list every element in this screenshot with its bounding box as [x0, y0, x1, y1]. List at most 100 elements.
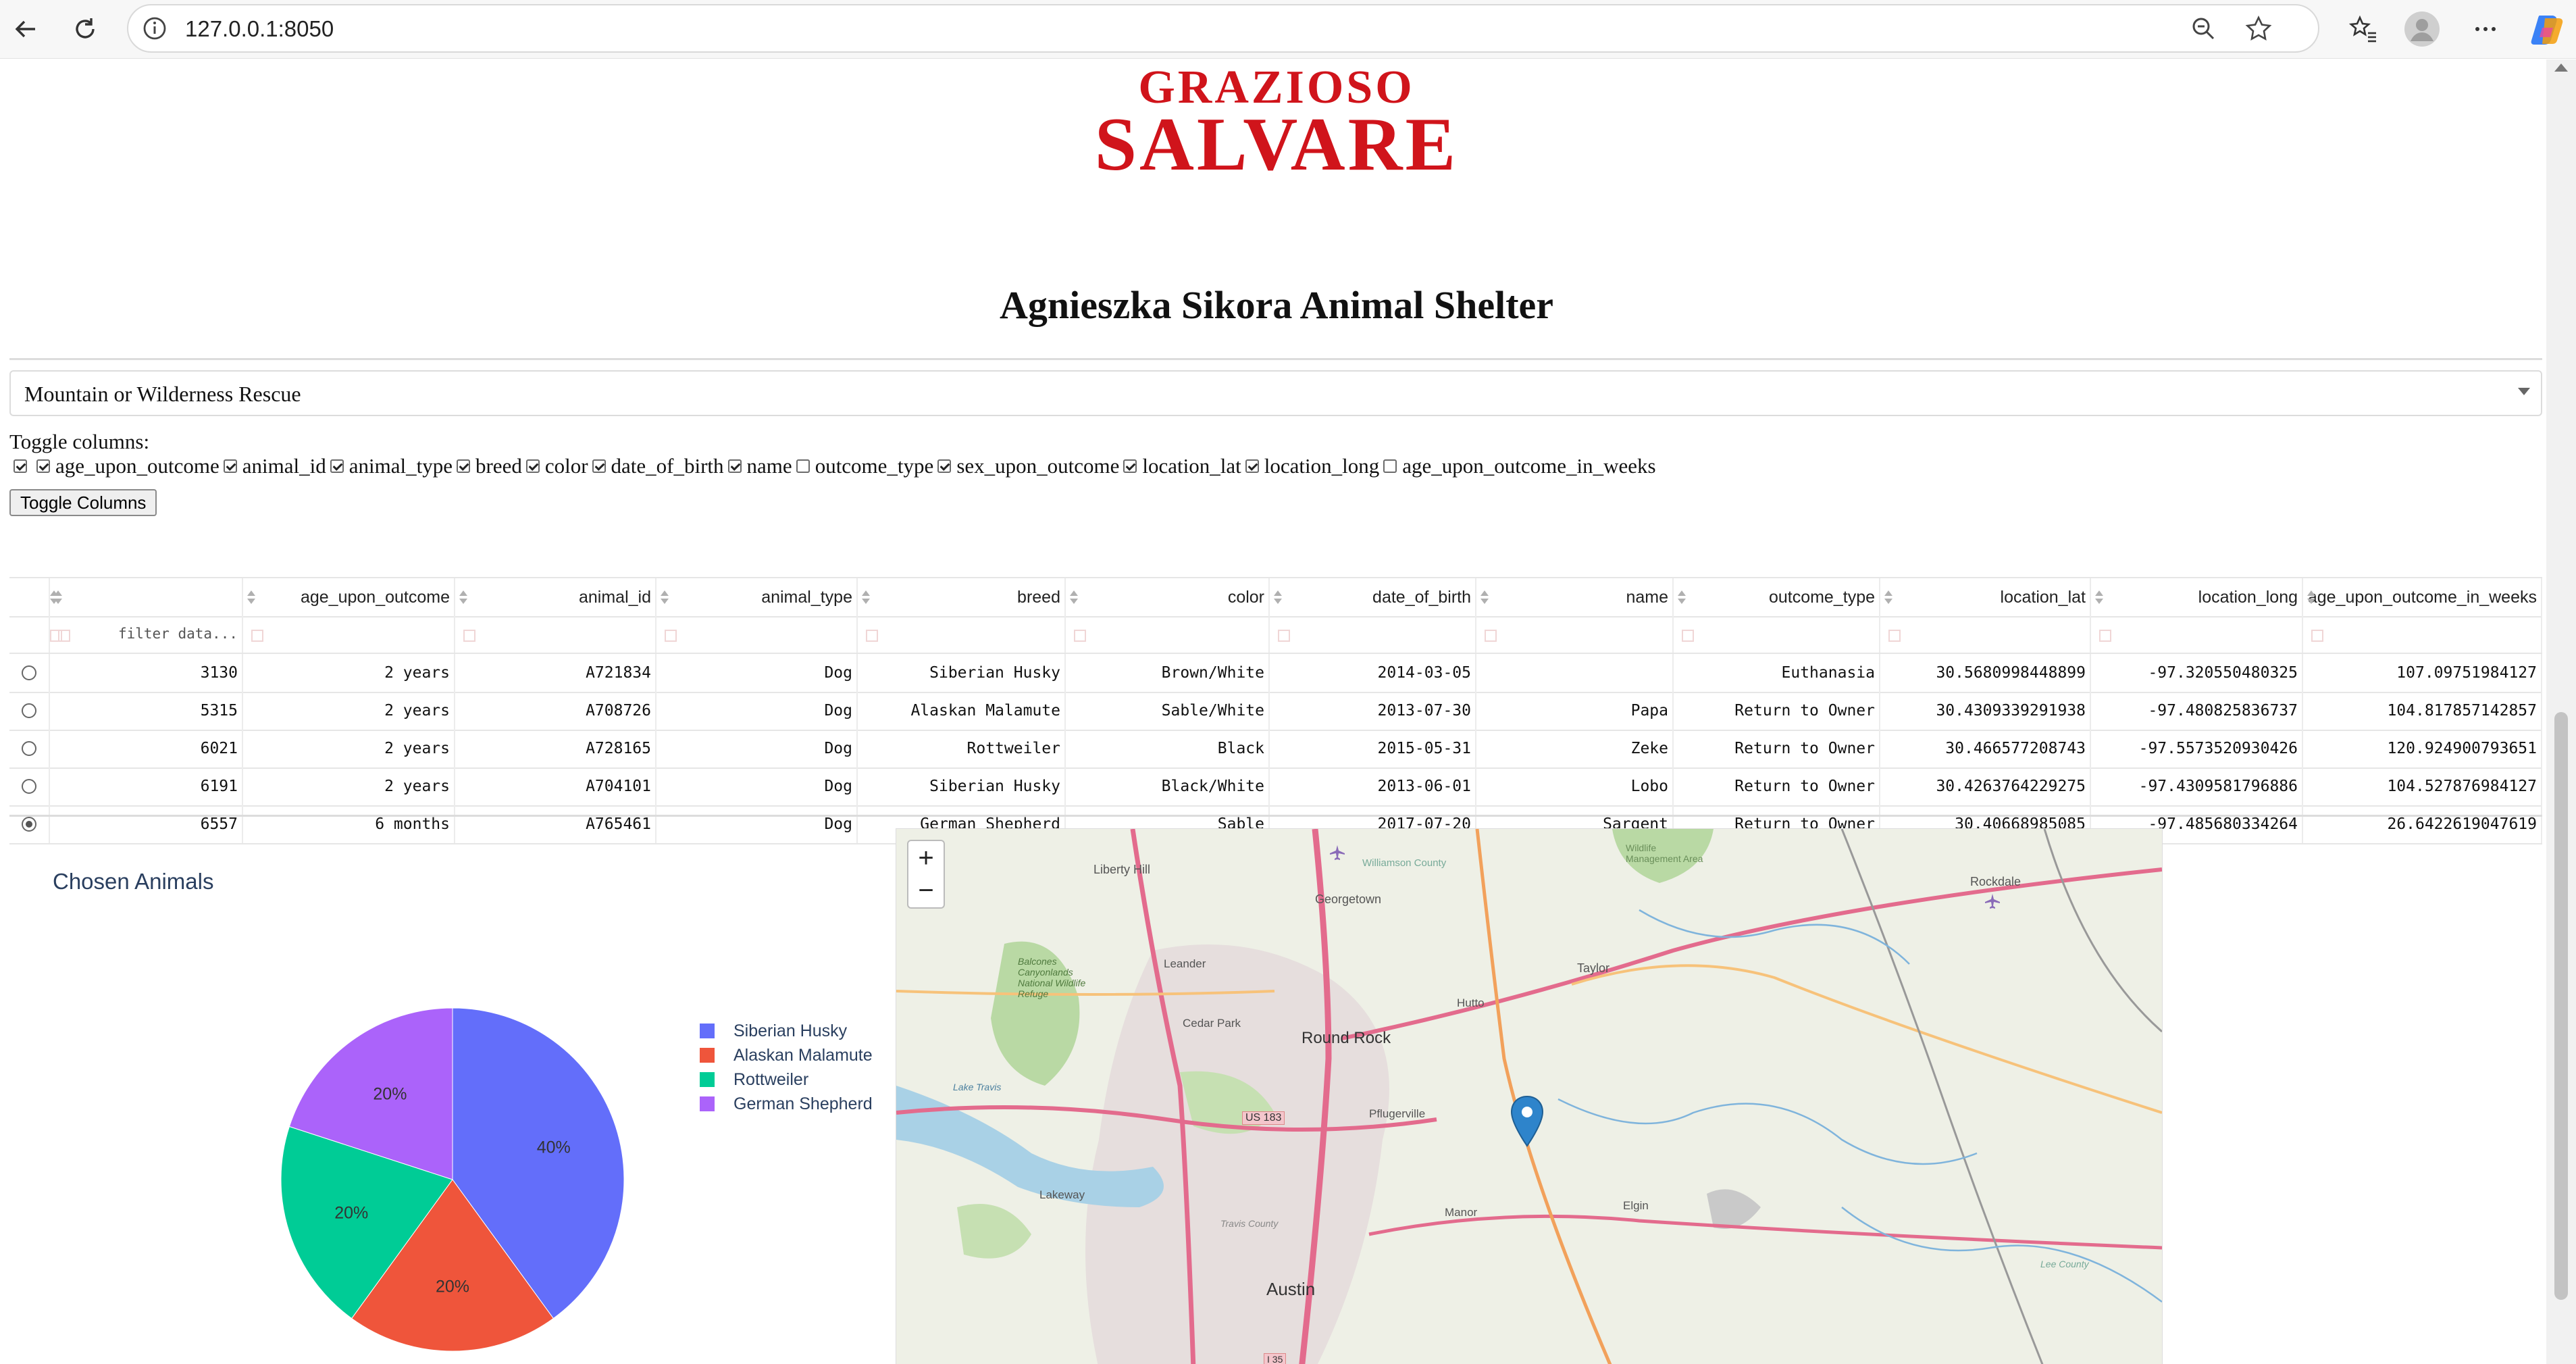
chevron-down-icon[interactable] [2518, 388, 2530, 395]
toggle-checkbox-7[interactable] [727, 459, 742, 473]
cell-age-upon-outcome-in-weeks: 26.6422619047619 [2303, 805, 2542, 843]
sort-icon[interactable] [862, 590, 870, 604]
toggle-label-animal-id: animal_id [242, 454, 326, 478]
pie-slice-label-3: 20% [373, 1085, 407, 1104]
star-icon[interactable] [2245, 15, 2272, 42]
toggle-checkbox-9[interactable] [937, 459, 952, 473]
toggle-checkbox-4[interactable] [456, 459, 470, 473]
cell-location-long: -97.5573520930426 [2091, 730, 2303, 767]
sort-icon[interactable] [247, 590, 255, 604]
sort-icon[interactable] [1480, 590, 1489, 604]
zoom-in-button[interactable]: + [907, 840, 945, 875]
filter-cell-name[interactable] [1476, 615, 1674, 653]
scrollbar-thumb[interactable] [2554, 712, 2568, 1300]
header-name: name [1476, 578, 1674, 616]
cell-breed: Siberian Husky [858, 767, 1066, 805]
map-label: Lee County [2040, 1259, 2089, 1269]
toggle-checkbox-11[interactable] [1245, 459, 1259, 473]
legend-item[interactable]: Siberian Husky [700, 1019, 847, 1043]
page-scrollbar[interactable] [2546, 59, 2576, 1364]
cell-animal-type: Dog [656, 767, 858, 805]
cell-location-long: -97.480825836737 [2091, 692, 2303, 730]
map-marker-icon[interactable] [1510, 1095, 1545, 1153]
airport-icon [1984, 892, 2001, 913]
filter-cell-color[interactable] [1066, 615, 1270, 653]
legend-label: Rottweiler [733, 1069, 809, 1089]
cell-outcome-type: Return to Owner [1674, 767, 1880, 805]
cell-value: Lobo [1630, 778, 1668, 795]
row-radio-button[interactable] [22, 703, 36, 718]
sort-icon[interactable] [2307, 590, 2315, 604]
toggle-checkbox-2[interactable] [223, 459, 237, 473]
column-header-label: name [1626, 587, 1668, 607]
row-radio-button[interactable] [22, 817, 36, 832]
row-radio-button[interactable] [22, 779, 36, 794]
filter-cell-location-long[interactable] [2091, 615, 2303, 653]
sort-icon[interactable] [54, 590, 62, 604]
reload-icon[interactable] [65, 9, 105, 49]
cell-value: A708726 [586, 702, 651, 719]
toggle-label-outcome-type: outcome_type [815, 454, 934, 478]
location-map[interactable]: Liberty Hill Georgetown Williamson Count… [896, 828, 2163, 1364]
header-color: color [1066, 578, 1270, 616]
copilot-icon[interactable] [2527, 9, 2568, 49]
sort-icon[interactable] [661, 590, 669, 604]
filter-cell-id-column[interactable]: filter data... [50, 615, 243, 653]
address-bar[interactable]: 127.0.0.1:8050 [127, 4, 2319, 53]
zoom-out-icon[interactable] [2190, 15, 2217, 42]
filter-box-icon [2099, 630, 2111, 642]
filter-cell-breed[interactable] [858, 615, 1066, 653]
cell-value: 26.6422619047619 [2387, 815, 2537, 833]
toggle-checkbox-10[interactable] [1123, 459, 1137, 473]
scroll-up-icon[interactable] [2554, 64, 2568, 72]
filter-cell-animal-type[interactable] [656, 615, 858, 653]
back-icon[interactable] [5, 9, 46, 49]
filter-cell-location-lat[interactable] [1880, 615, 2091, 653]
toggle-checkbox-0[interactable] [14, 459, 27, 473]
divider [9, 815, 2542, 817]
sort-icon[interactable] [1274, 590, 1282, 604]
sort-icon[interactable] [1678, 590, 1686, 604]
toggle-checkbox-5[interactable] [525, 459, 540, 473]
toggle-checkbox-6[interactable] [592, 459, 606, 473]
legend-item[interactable]: German Shepherd [700, 1092, 873, 1116]
cell-animal-type: Dog [656, 730, 858, 767]
toggle-checkbox-3[interactable] [330, 459, 344, 473]
breed-pie-chart: 40% 20% 20% 20% [280, 1007, 625, 1352]
toggle-checkbox-1[interactable] [36, 459, 50, 473]
info-icon[interactable] [142, 16, 168, 41]
rescue-type-dropdown[interactable]: Mountain or Wilderness Rescue [9, 370, 2542, 416]
toggle-label-color: color [544, 454, 588, 478]
sort-icon[interactable] [1884, 590, 1892, 604]
filter-cell-date-of-birth[interactable] [1270, 615, 1476, 653]
legend-item[interactable]: Rottweiler [700, 1067, 808, 1092]
toggle-columns-button[interactable]: Toggle Columns [9, 489, 157, 516]
url-text[interactable]: 127.0.0.1:8050 [185, 16, 334, 42]
toggle-checkbox-8[interactable] [796, 459, 810, 473]
cell-age-upon-outcome-in-weeks: 120.924900793651 [2303, 730, 2542, 767]
filter-cell-animal-id[interactable] [455, 615, 656, 653]
cell-value: 6021 [200, 740, 238, 757]
favorites-icon[interactable] [2342, 9, 2383, 49]
row-radio-button[interactable] [22, 665, 36, 680]
header-animal-type: animal_type [656, 578, 858, 616]
cell-breed: Siberian Husky [858, 654, 1066, 692]
map-label: US 183 [1242, 1111, 1285, 1125]
sort-icon[interactable] [2095, 590, 2103, 604]
filter-cell-age-upon-outcome-in-weeks[interactable] [2303, 615, 2542, 653]
profile-icon[interactable] [2402, 9, 2442, 49]
table-row: 6191 2 years A704101 Dog Siberian Husky Black… [9, 767, 2542, 807]
sort-icon[interactable] [459, 590, 467, 604]
row-radio-button[interactable] [22, 741, 36, 756]
toggle-checkbox-12[interactable] [1383, 459, 1397, 473]
more-icon[interactable] [2465, 9, 2506, 49]
filter-cell-age-upon-outcome[interactable] [243, 615, 455, 653]
legend-swatch [700, 1048, 715, 1063]
cell-age-upon-outcome: 6 months [243, 805, 455, 843]
cell-color: Sable/White [1066, 692, 1270, 730]
zoom-out-button[interactable]: − [907, 874, 945, 909]
sort-icon[interactable] [1070, 590, 1078, 604]
legend-item[interactable]: Alaskan Malamute [700, 1043, 873, 1067]
table-row: 5315 2 years A708726 Dog Alaskan Malamute Sab… [9, 692, 2542, 731]
filter-cell-outcome-type[interactable] [1674, 615, 1880, 653]
